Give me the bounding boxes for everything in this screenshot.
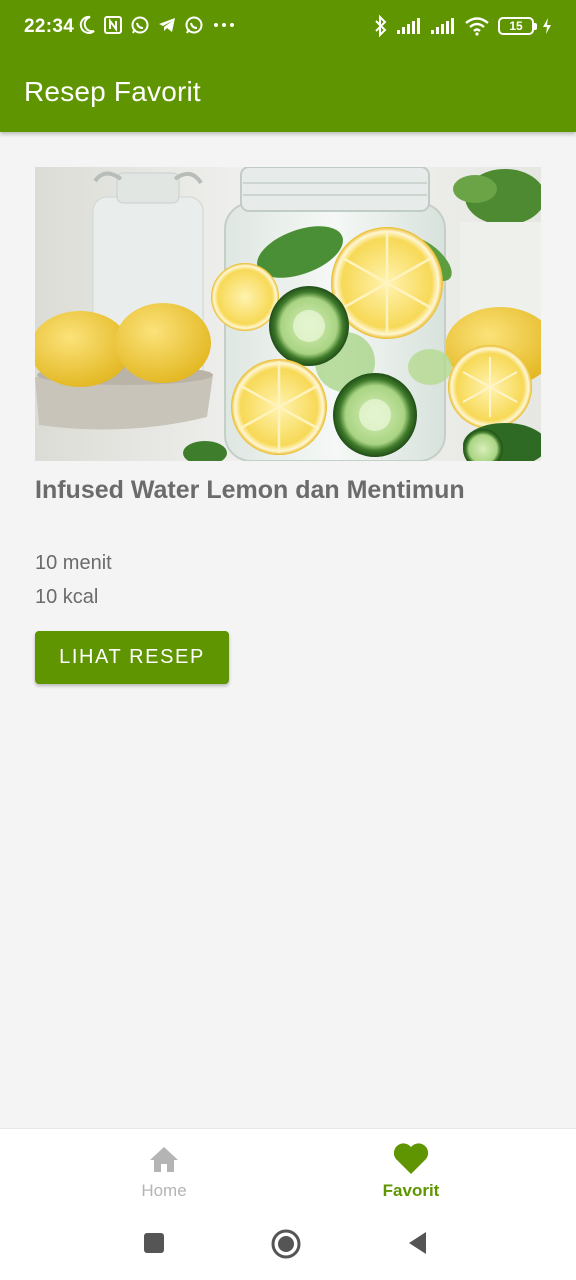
status-time: 22:34 [24, 16, 75, 37]
signal-icon [397, 18, 420, 34]
view-recipe-button[interactable]: LIHAT RESEP [35, 631, 229, 684]
notification-icons [78, 15, 237, 35]
more-icon [214, 23, 234, 27]
app-bar: 22:34 15 Resep Favorit [0, 0, 576, 132]
nav-label-favorit: Favorit [382, 1181, 440, 1200]
home-button[interactable] [271, 1229, 301, 1259]
page-title: Resep Favorit [24, 76, 201, 107]
wifi-icon [465, 17, 489, 36]
nav-label-home: Home [141, 1181, 187, 1200]
recipe-calories: 10 kcal [35, 586, 99, 608]
nav-item-home[interactable]: Home [84, 1129, 244, 1211]
recipe-time: 10 menit [35, 552, 112, 574]
whatsapp-icon [131, 16, 149, 34]
bluetooth-icon [375, 15, 387, 37]
moon-icon [79, 15, 95, 34]
telegram-icon [159, 18, 175, 32]
heart-icon [393, 1143, 429, 1174]
back-button[interactable] [406, 1230, 428, 1256]
recipe-title: Infused Water Lemon dan Mentimun [35, 476, 465, 504]
system-icons: 15 [374, 15, 552, 37]
nfc-icon [104, 16, 122, 34]
battery-icon: 15 [498, 17, 537, 35]
recipe-image[interactable] [35, 167, 541, 461]
whatsapp-icon [185, 16, 203, 34]
home-icon [150, 1147, 178, 1172]
recipe-photo [35, 167, 541, 461]
bottom-navigation: Home Favorit [0, 1128, 576, 1210]
recents-button[interactable] [143, 1232, 165, 1254]
charging-icon [543, 18, 551, 34]
status-bar: 22:34 15 [0, 0, 576, 56]
system-navigation-bar [0, 1210, 576, 1280]
signal-icon [431, 18, 454, 34]
nav-item-favorit[interactable]: Favorit [331, 1129, 491, 1211]
